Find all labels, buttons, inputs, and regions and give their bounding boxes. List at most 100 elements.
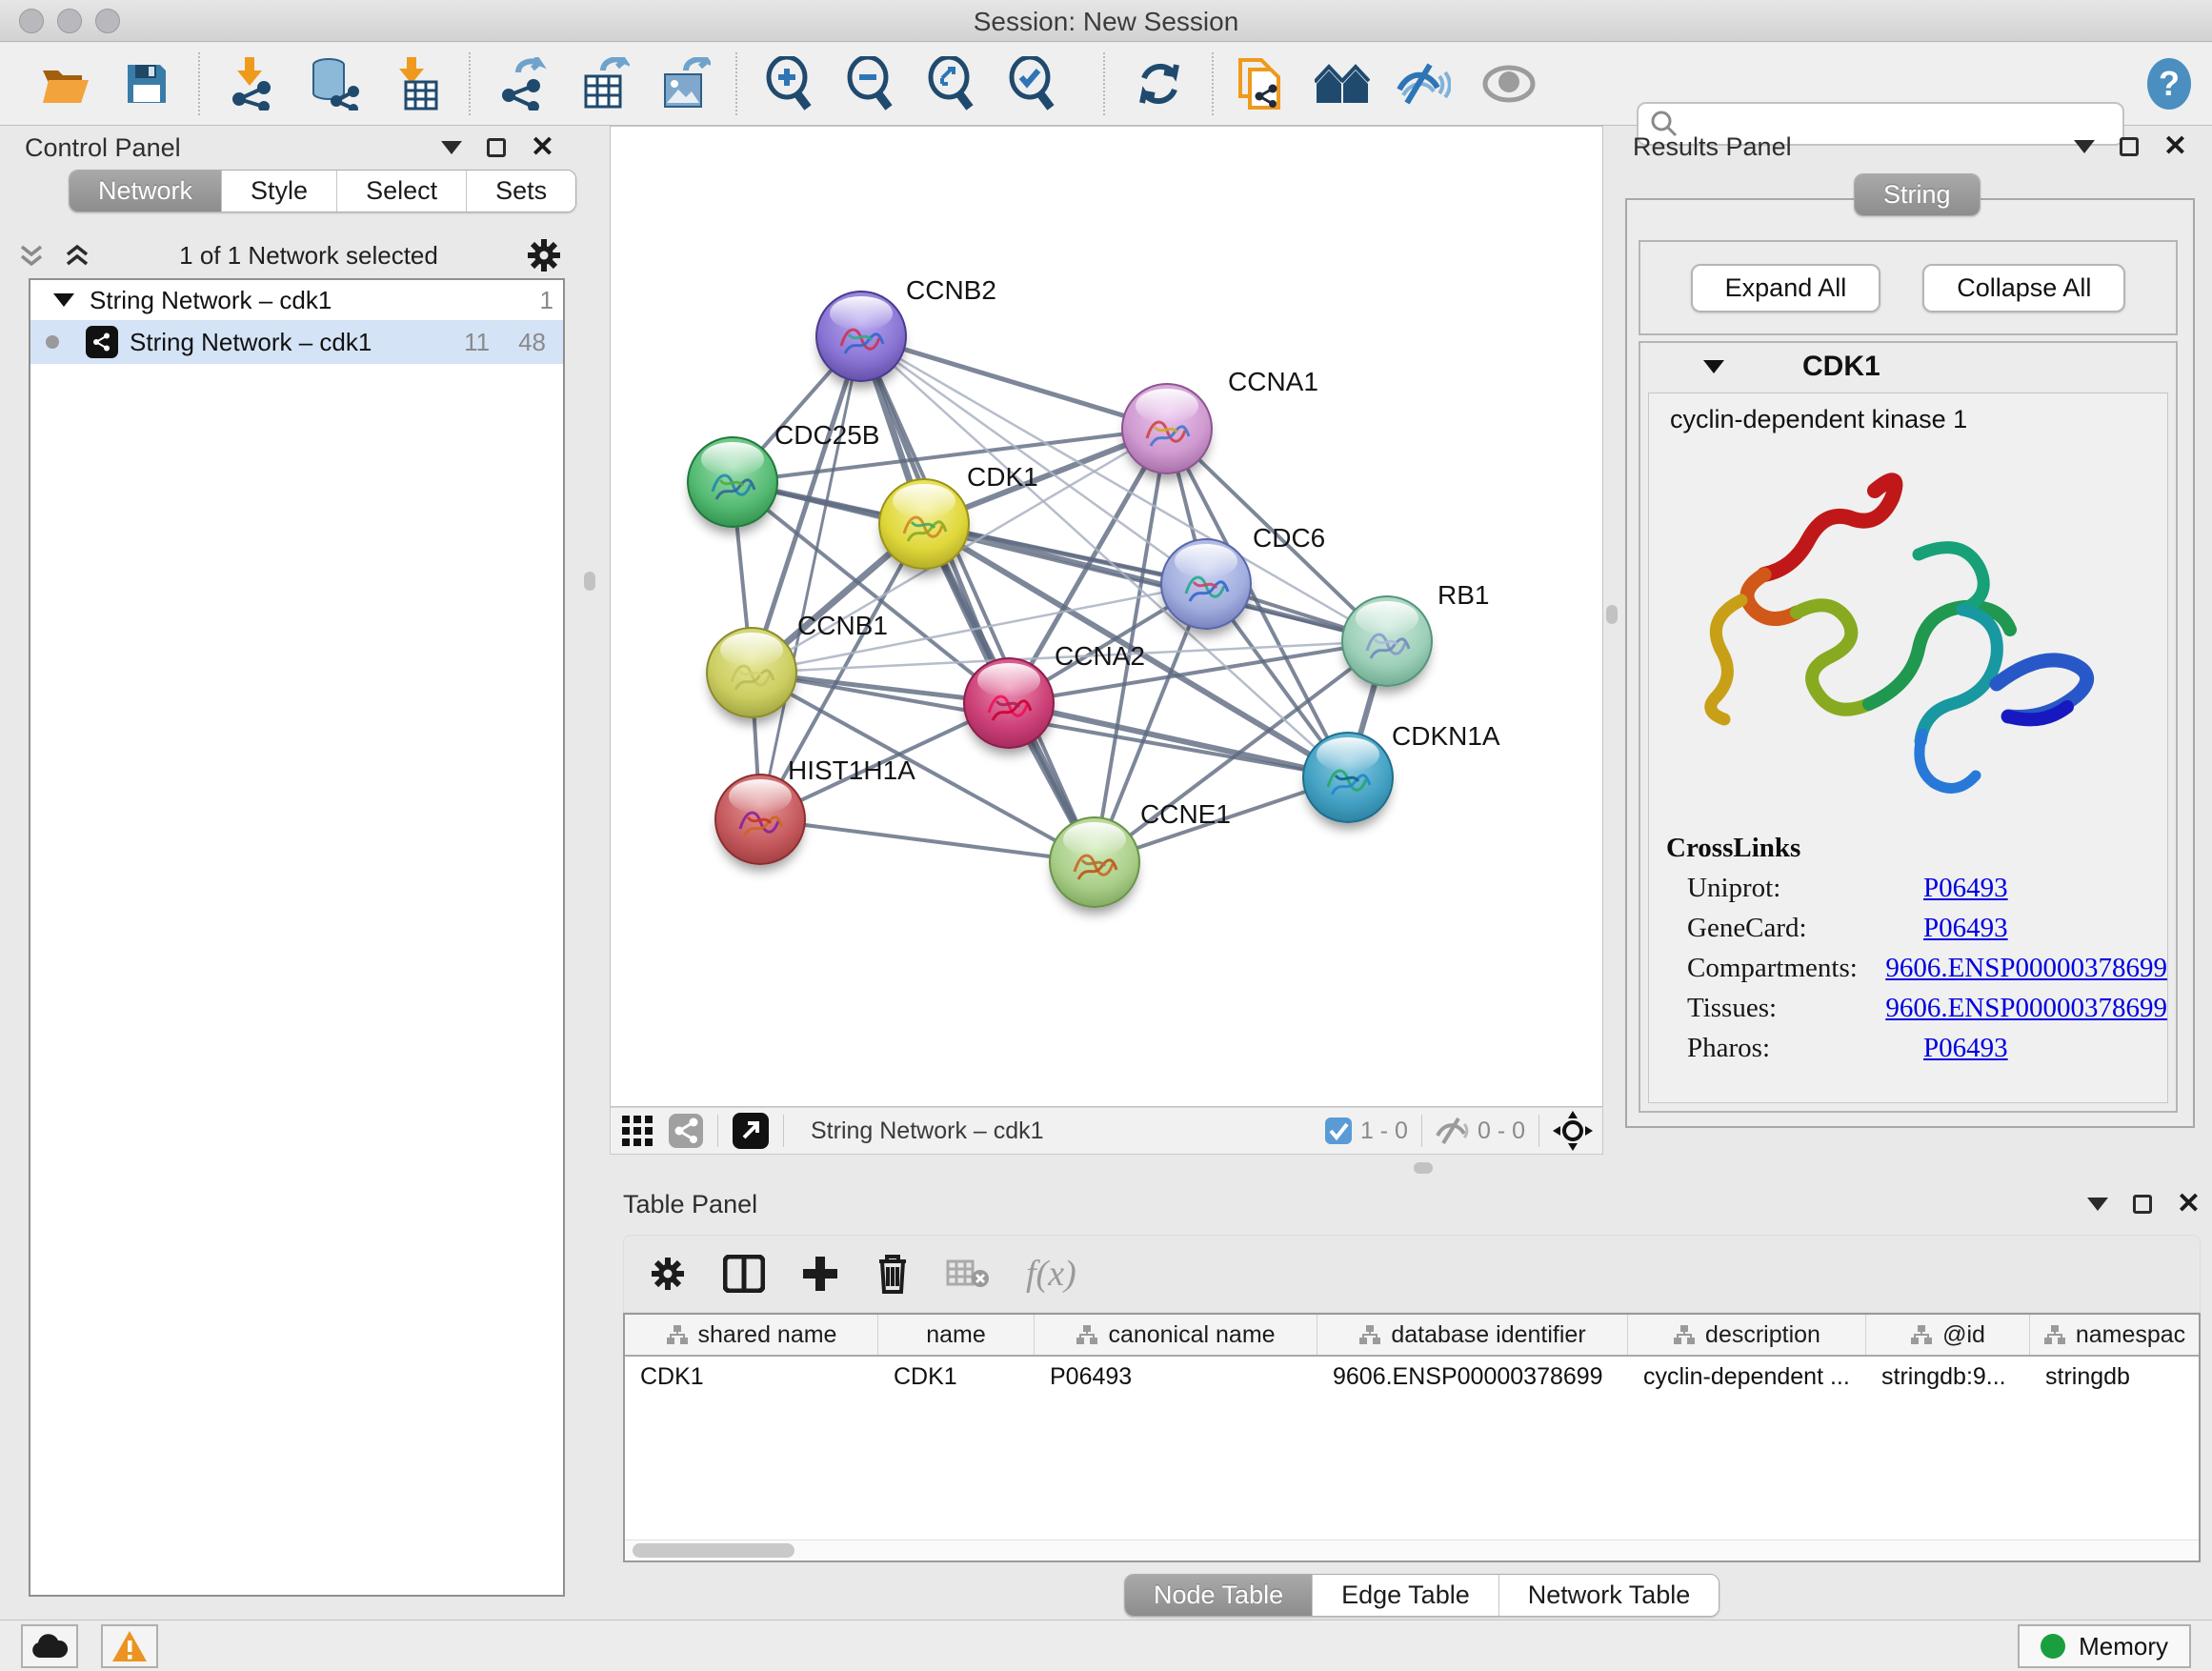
tab-edge-table[interactable]: Edge Table <box>1313 1575 1499 1616</box>
column-header--id[interactable]: @id <box>1866 1315 2030 1355</box>
zoom-selected-icon[interactable] <box>1005 56 1060 111</box>
help-icon[interactable]: ? <box>2142 56 2197 111</box>
memory-button[interactable]: Memory <box>2018 1624 2191 1668</box>
table-row[interactable]: CDK1CDK1P064939606.ENSP00000378699cyclin… <box>625 1357 2199 1397</box>
cdk1-section-header[interactable]: CDK1 <box>1640 343 2176 391</box>
open-in-string-icon[interactable] <box>732 1112 770 1150</box>
table-hscrollbar[interactable] <box>625 1540 2199 1560</box>
column-header-description[interactable]: description <box>1628 1315 1866 1355</box>
node-cdk1[interactable] <box>878 478 970 570</box>
import-table-icon[interactable] <box>389 56 444 111</box>
new-network-from-selection-icon[interactable] <box>1234 56 1289 111</box>
node-ccnb2[interactable] <box>815 291 907 382</box>
network-canvas[interactable]: CCNB2CCNA1CDC25BCDK1CDC6RB1CCNB1CCNA2CDK… <box>610 126 1603 1107</box>
table-cell[interactable]: CDK1 <box>878 1357 1035 1397</box>
node-table[interactable]: shared namenamecanonical namedatabase id… <box>623 1313 2201 1562</box>
grid-view-icon[interactable] <box>620 1114 654 1148</box>
protein-structure-thumbnail <box>977 676 1042 735</box>
tab-network-table[interactable]: Network Table <box>1499 1575 1719 1616</box>
node-cdkn1a[interactable] <box>1302 732 1394 823</box>
collapse-panel-icon[interactable] <box>2087 1198 2108 1211</box>
float-panel-icon[interactable] <box>2133 1195 2152 1214</box>
collapse-panel-icon[interactable] <box>441 141 462 154</box>
table-cell[interactable]: cyclin-dependent ... <box>1628 1357 1866 1397</box>
crosslink-link[interactable]: P06493 <box>1923 1033 2008 1064</box>
tab-node-table[interactable]: Node Table <box>1125 1575 1313 1616</box>
warnings-button[interactable] <box>101 1624 158 1668</box>
save-session-icon[interactable] <box>119 56 174 111</box>
crosslink-link[interactable]: P06493 <box>1923 873 2008 904</box>
refresh-icon[interactable] <box>1132 56 1187 111</box>
collapse-panel-icon[interactable] <box>2074 140 2095 153</box>
expand-all-button[interactable]: Expand All <box>1691 264 1881 312</box>
export-network-icon[interactable] <box>495 56 551 111</box>
share-network-icon[interactable] <box>668 1113 704 1149</box>
show-columns-icon[interactable] <box>723 1255 765 1293</box>
hide-selected-icon[interactable] <box>1396 56 1451 111</box>
edge[interactable] <box>1009 703 1348 777</box>
edge[interactable] <box>861 336 1167 429</box>
column-header-shared-name[interactable]: shared name <box>625 1315 878 1355</box>
expand-all-icon[interactable] <box>63 241 91 270</box>
zoom-fit-icon[interactable] <box>924 56 979 111</box>
table-options-gear-icon[interactable] <box>649 1255 687 1293</box>
node-rb1[interactable] <box>1341 595 1433 687</box>
float-panel-icon[interactable] <box>2120 137 2139 156</box>
edge[interactable] <box>760 819 1095 862</box>
crosslink-link[interactable]: 9606.ENSP00000378699 <box>1885 953 2167 984</box>
table-cell[interactable]: CDK1 <box>625 1357 878 1397</box>
table-cell[interactable]: stringdb <box>2030 1357 2200 1397</box>
left-splitter-handle[interactable] <box>584 572 595 591</box>
close-panel-icon[interactable]: ✕ <box>2177 1190 2201 1218</box>
column-header-namespac[interactable]: namespac <box>2030 1315 2200 1355</box>
tab-network[interactable]: Network <box>70 171 222 211</box>
create-column-icon[interactable] <box>801 1255 839 1293</box>
first-neighbors-icon[interactable] <box>1315 56 1370 111</box>
table-cell[interactable]: stringdb:9... <box>1866 1357 2030 1397</box>
cloud-status-button[interactable] <box>21 1624 78 1668</box>
collection-expanded-icon[interactable] <box>53 293 74 307</box>
node-hist1h1a[interactable] <box>714 774 806 865</box>
collapse-all-button[interactable]: Collapse All <box>1922 264 2125 312</box>
column-header-database-identifier[interactable]: database identifier <box>1317 1315 1628 1355</box>
import-network-file-icon[interactable] <box>224 56 279 111</box>
export-image-icon[interactable] <box>657 56 713 111</box>
tab-style[interactable]: Style <box>222 171 337 211</box>
node-ccna1[interactable] <box>1121 383 1213 474</box>
network-row[interactable]: String Network – cdk1 11 48 <box>30 320 563 364</box>
selection-checkbox-icon[interactable] <box>1324 1117 1353 1145</box>
import-network-database-icon[interactable] <box>305 56 360 111</box>
node-cdc6[interactable] <box>1160 538 1252 630</box>
tab-sets[interactable]: Sets <box>467 171 575 211</box>
center-view-icon[interactable] <box>1553 1111 1593 1151</box>
column-header-name[interactable]: name <box>878 1315 1035 1355</box>
open-session-icon[interactable] <box>38 56 93 111</box>
collapse-all-icon[interactable] <box>17 241 46 270</box>
scrollbar-thumb[interactable] <box>633 1543 794 1558</box>
network-options-gear-icon[interactable] <box>526 237 562 273</box>
crosslink-link[interactable]: 9606.ENSP00000378699 <box>1885 993 2167 1024</box>
show-all-icon[interactable] <box>1481 56 1537 111</box>
delete-column-icon[interactable] <box>875 1254 910 1294</box>
network-collection-row[interactable]: String Network – cdk1 1 <box>30 280 563 320</box>
tab-select[interactable]: Select <box>337 171 467 211</box>
table-cell[interactable]: 9606.ENSP00000378699 <box>1317 1357 1628 1397</box>
right-splitter-handle[interactable] <box>1606 605 1618 624</box>
float-panel-icon[interactable] <box>487 138 506 157</box>
node-ccne1[interactable] <box>1049 816 1140 908</box>
bottom-splitter-handle[interactable] <box>1414 1162 1433 1174</box>
close-panel-icon[interactable]: ✕ <box>531 133 554 162</box>
zoom-out-icon[interactable] <box>843 56 898 111</box>
table-cell[interactable]: P06493 <box>1035 1357 1317 1397</box>
edge[interactable] <box>760 336 861 819</box>
column-header-canonical-name[interactable]: canonical name <box>1035 1315 1317 1355</box>
node-cdc25b[interactable] <box>687 436 778 528</box>
zoom-in-icon[interactable] <box>762 56 817 111</box>
close-panel-icon[interactable]: ✕ <box>2163 132 2187 161</box>
node-ccnb1[interactable] <box>706 627 797 718</box>
section-expanded-icon[interactable] <box>1703 360 1724 373</box>
export-table-icon[interactable] <box>576 56 632 111</box>
tab-string[interactable]: String <box>1855 174 1980 215</box>
node-ccna2[interactable] <box>963 657 1055 749</box>
crosslink-link[interactable]: P06493 <box>1923 913 2008 944</box>
